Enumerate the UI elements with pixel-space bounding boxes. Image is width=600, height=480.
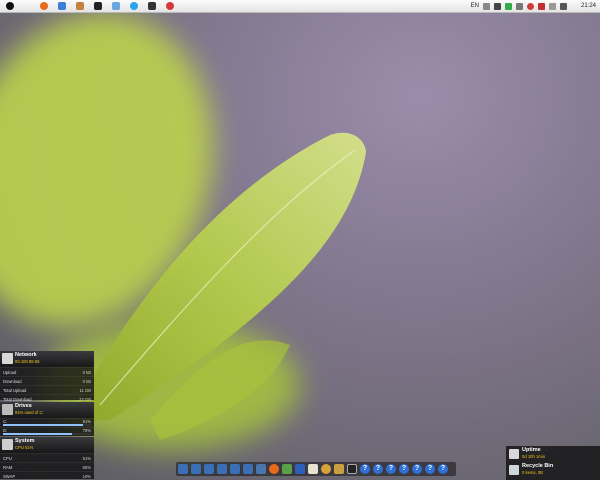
folder-icon[interactable] xyxy=(230,464,240,474)
row-value: 10% xyxy=(82,473,91,479)
system-widget-header: System CPU 51% xyxy=(0,437,94,453)
help-icon[interactable]: ? xyxy=(386,464,396,474)
firefox-icon[interactable] xyxy=(40,2,48,10)
monitor-icon xyxy=(509,449,519,459)
row-label: CPU xyxy=(3,455,12,461)
network-title: Network xyxy=(15,352,37,358)
computer-icon xyxy=(2,439,13,450)
row-label: Upload xyxy=(3,369,17,375)
record-icon[interactable] xyxy=(166,2,174,10)
recycle-bin-value: 0 items, 0B xyxy=(522,470,543,475)
network-row: Download 0 kB xyxy=(0,376,94,385)
row-value: 0 kB xyxy=(82,369,91,375)
keyboard-icon[interactable] xyxy=(482,2,490,10)
row-value: 0 kB xyxy=(82,378,91,384)
network-ip: 93.100.89.68 xyxy=(15,359,40,364)
uptime-title: Uptime xyxy=(522,447,541,453)
network-widget-header: Network 93.100.89.68 xyxy=(0,351,94,367)
word-icon[interactable] xyxy=(295,464,305,474)
folder-icon[interactable] xyxy=(217,464,227,474)
tool-icon[interactable] xyxy=(76,2,84,10)
drive-usage-bar xyxy=(3,433,91,435)
folder-icon[interactable] xyxy=(178,464,188,474)
skype-icon[interactable] xyxy=(130,2,138,10)
dock: ??????? xyxy=(176,462,456,476)
uptime-widget: Uptime 0d 10h 1min xyxy=(506,446,600,462)
help-icon[interactable]: ? xyxy=(412,464,422,474)
menu-bar: EN 21:24 xyxy=(0,0,600,13)
drives-title: Drives xyxy=(15,403,32,409)
system-row: RAM 55% xyxy=(0,462,94,471)
help-icon[interactable]: ? xyxy=(425,464,435,474)
music-icon[interactable] xyxy=(58,2,66,10)
row-value: 55% xyxy=(82,464,91,470)
recycle-bin-title: Recycle Bin xyxy=(522,463,554,469)
network-widget: Network 93.100.89.68 Upload 0 kB Download… xyxy=(0,351,94,402)
network-icon[interactable] xyxy=(504,2,512,10)
row-label: Total Upload xyxy=(3,387,27,393)
language-indicator[interactable]: EN xyxy=(471,3,479,9)
recycle-bin-icon[interactable] xyxy=(509,465,519,475)
help-icons: ??????? xyxy=(360,464,448,474)
system-subtitle: CPU 51% xyxy=(15,445,34,450)
app-icon[interactable] xyxy=(148,2,156,10)
system-row: SWAP 10% xyxy=(0,471,94,480)
plus-icon[interactable] xyxy=(493,2,501,10)
network-icon xyxy=(2,353,13,364)
help-icon[interactable]: ? xyxy=(438,464,448,474)
alert-icon[interactable] xyxy=(537,2,545,10)
system-row: CPU 51% xyxy=(0,453,94,462)
firefox-icon[interactable] xyxy=(269,464,279,474)
help-icon[interactable]: ? xyxy=(360,464,370,474)
notepad-icon[interactable] xyxy=(282,464,292,474)
row-value: 51% xyxy=(82,455,91,461)
paint-icon[interactable] xyxy=(321,464,331,474)
system-title: System xyxy=(15,438,35,444)
network-row: Total Upload 11 GB xyxy=(0,385,94,394)
row-label: RAM xyxy=(3,464,13,470)
finder-icon[interactable] xyxy=(112,2,120,10)
folder-icon[interactable] xyxy=(204,464,214,474)
text-icon[interactable] xyxy=(308,464,318,474)
drive-usage-bar xyxy=(3,424,91,426)
system-tray: EN 21:24 xyxy=(471,0,596,12)
drives-widget-header: Drives 91% used of C: xyxy=(0,402,94,418)
display-icon[interactable] xyxy=(515,2,523,10)
help-icon[interactable]: ? xyxy=(373,464,383,474)
clock[interactable]: 21:24 xyxy=(581,3,596,9)
network-row: Upload 0 kB xyxy=(0,367,94,376)
system-widget: System CPU 51% CPU 51% RAM 55% SWAP 10% xyxy=(0,437,94,479)
drives-widget: Drives 91% used of C: C: 91% D: 78% xyxy=(0,402,94,436)
drive-icon xyxy=(2,404,13,415)
drive-usage-fill xyxy=(3,424,84,426)
volume-icon[interactable] xyxy=(559,2,567,10)
row-label: Download xyxy=(3,378,22,384)
drive-usage-fill xyxy=(3,433,72,435)
apple-icon[interactable] xyxy=(6,2,14,10)
row-value: 22 GB xyxy=(79,396,91,402)
recycle-bin-widget[interactable]: Recycle Bin 0 items, 0B xyxy=(506,462,600,480)
monitor-icon[interactable] xyxy=(548,2,556,10)
row-label: SWAP xyxy=(3,473,16,479)
antivirus-icon[interactable] xyxy=(526,2,534,10)
help-icon[interactable]: ? xyxy=(399,464,409,474)
calculator-icon[interactable] xyxy=(256,464,266,474)
row-value: 11 GB xyxy=(79,387,91,393)
uptime-value: 0d 10h 1min xyxy=(522,454,546,459)
terminal-icon[interactable] xyxy=(94,2,102,10)
drives-subtitle: 91% used of C: xyxy=(15,410,44,415)
folder-icon[interactable] xyxy=(243,464,253,474)
broom-icon[interactable] xyxy=(334,464,344,474)
folder-icon[interactable] xyxy=(191,464,201,474)
row-label: Total Download xyxy=(3,396,32,402)
terminal-icon[interactable] xyxy=(347,464,357,474)
